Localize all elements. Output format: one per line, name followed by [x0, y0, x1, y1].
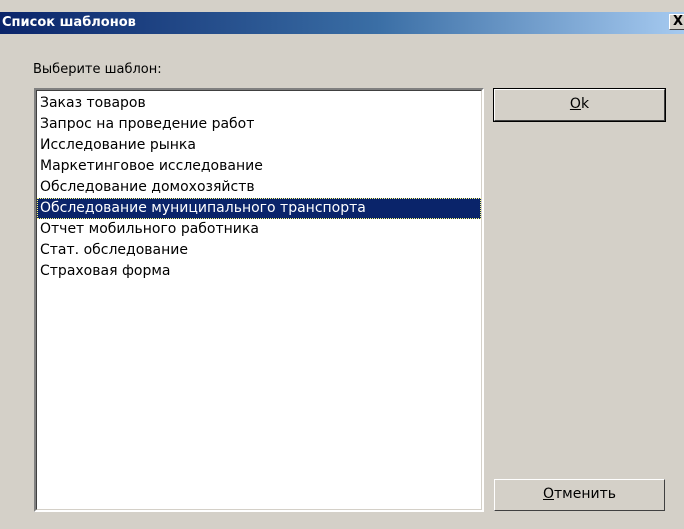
template-list-item[interactable]: Обследование муниципального транспорта: [37, 198, 481, 219]
template-list-item[interactable]: Заказ товаров: [37, 93, 481, 114]
ok-accel-letter: O: [569, 96, 581, 112]
cancel-accel-letter: О: [542, 486, 555, 502]
template-list-item[interactable]: Исследование рынка: [37, 135, 481, 156]
template-list-item[interactable]: Маркетинговое исследование: [37, 156, 481, 177]
template-listbox[interactable]: Заказ товаров Запрос на проведение работ И…: [34, 88, 484, 512]
cancel-label-rest: тменить: [554, 486, 617, 502]
ok-label-rest: k: [580, 96, 590, 112]
title-bar[interactable]: Список шаблонов X: [0, 12, 684, 34]
close-icon: X: [672, 14, 684, 29]
choose-template-label: Выберите шаблон:: [33, 62, 162, 77]
template-list-item[interactable]: Отчет мобильного работника: [37, 219, 481, 240]
close-button[interactable]: X: [669, 14, 684, 30]
template-list-item[interactable]: Стат. обследование: [37, 240, 481, 261]
template-list-item[interactable]: Обследование домохозяйств: [37, 177, 481, 198]
template-list: Заказ товаров Запрос на проведение работ И…: [36, 90, 482, 510]
cancel-button[interactable]: Отменить: [494, 479, 665, 511]
window-title: Список шаблонов: [2, 15, 136, 30]
ok-button[interactable]: Ok: [493, 88, 666, 122]
template-list-item[interactable]: Запрос на проведение работ: [37, 114, 481, 135]
template-list-item[interactable]: Страховая форма: [37, 261, 481, 282]
template-list-dialog: Список шаблонов X Выберите шаблон: Заказ…: [0, 0, 684, 529]
